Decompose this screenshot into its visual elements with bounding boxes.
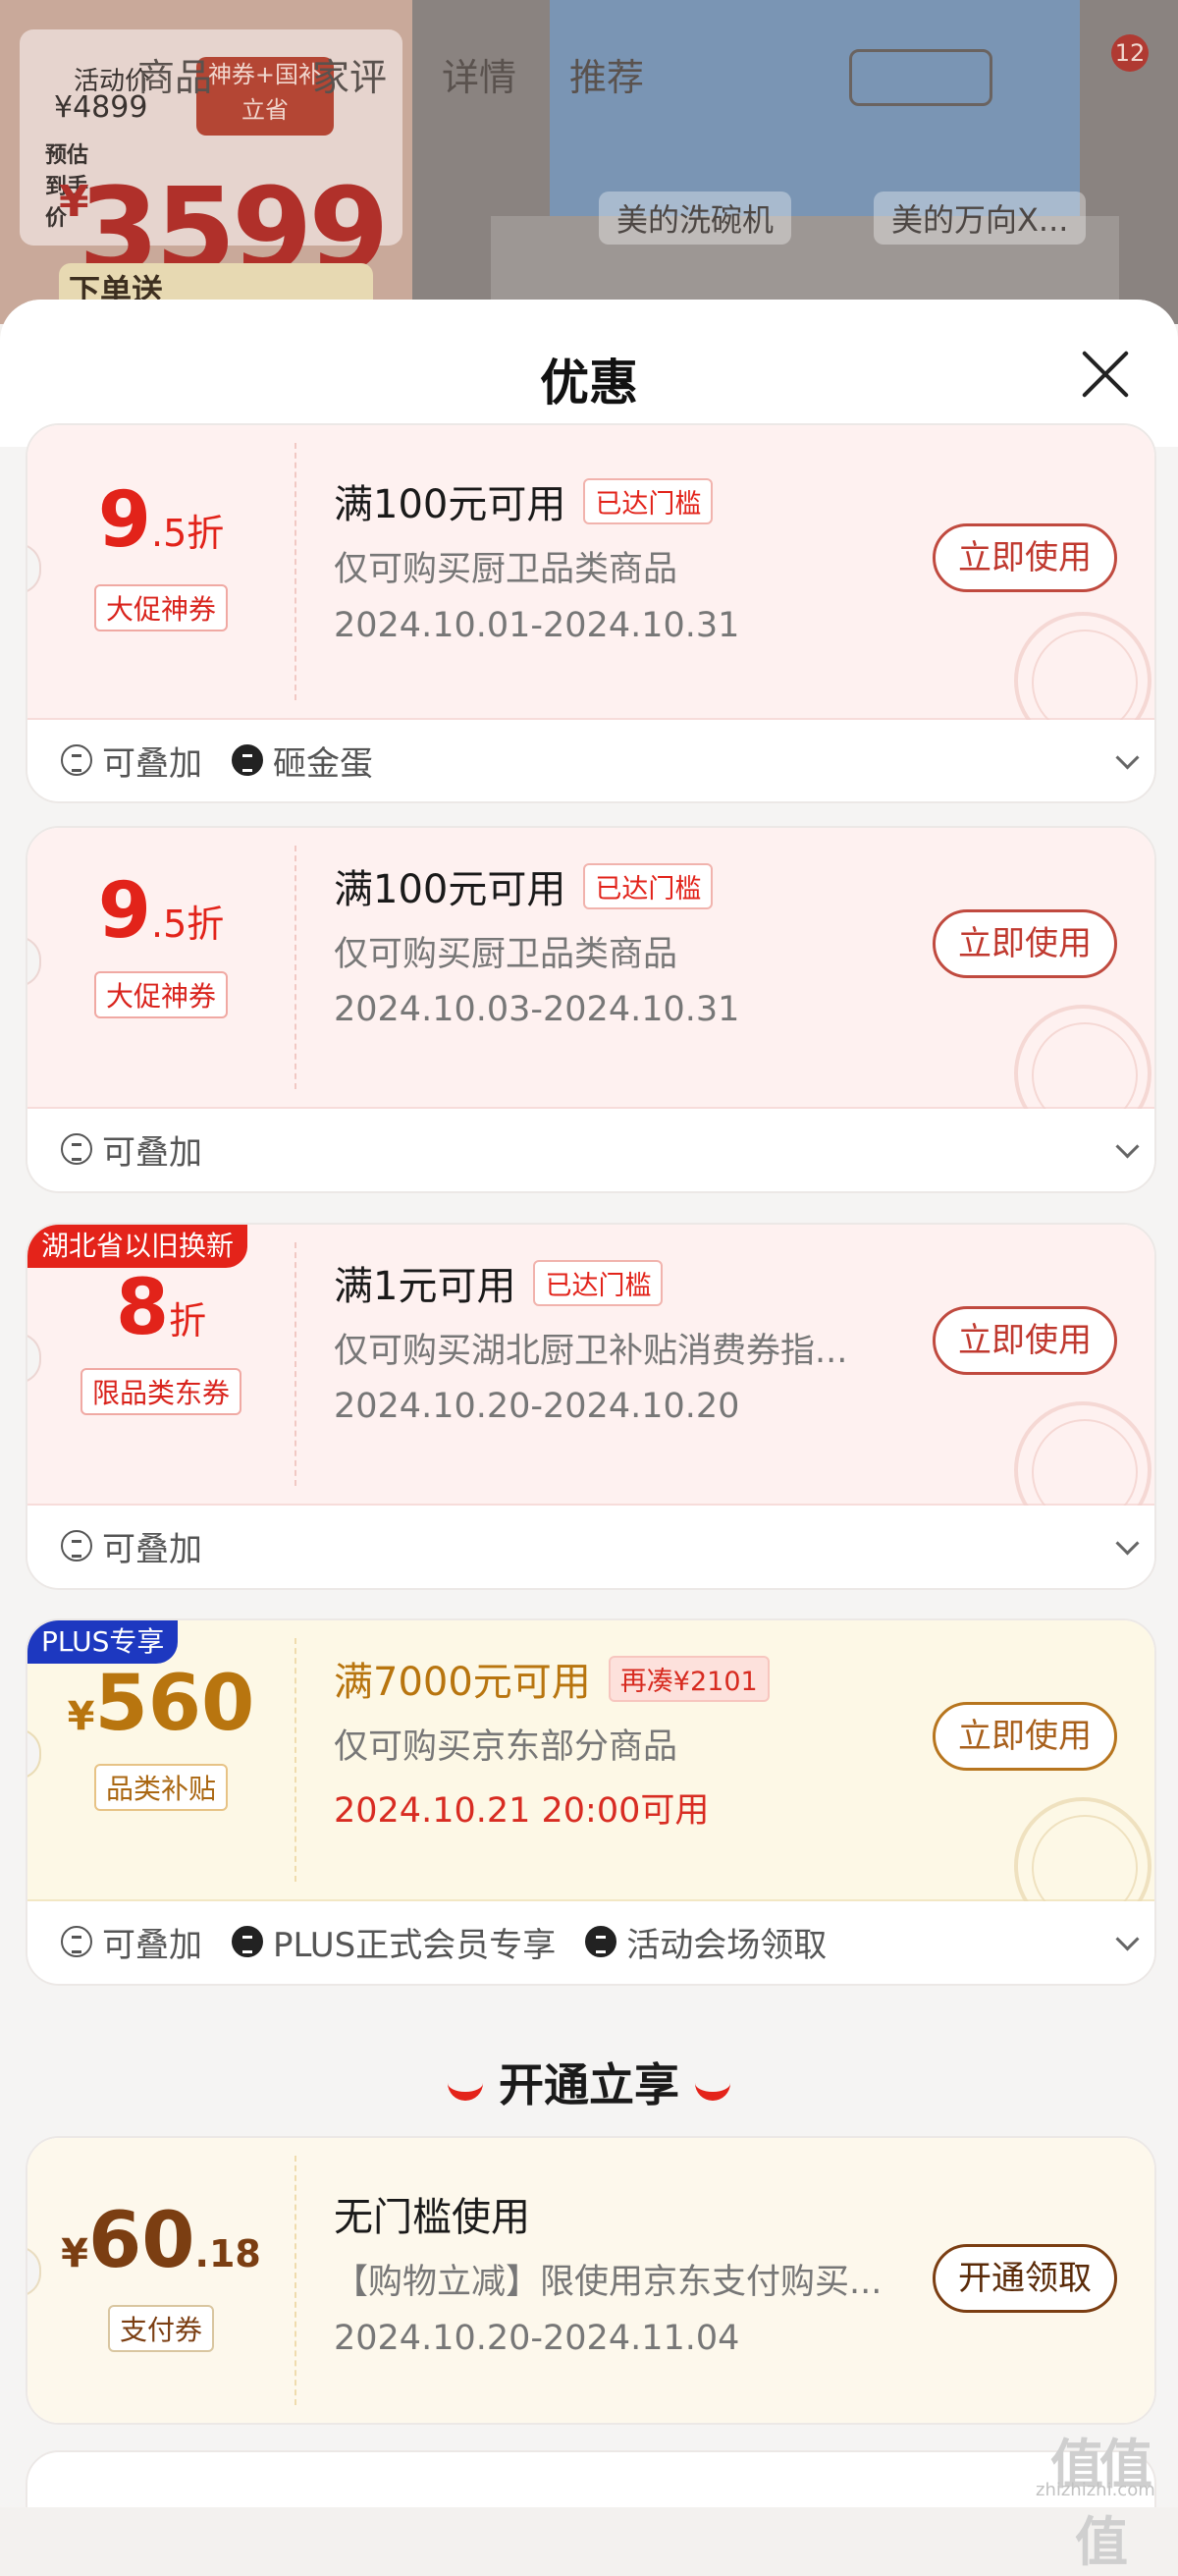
bg-tab-product: 商品: [137, 56, 213, 99]
crown-icon: [232, 1926, 263, 1957]
coupon-value: 9.5折: [97, 476, 225, 565]
stackable-tag: 可叠加: [61, 1522, 202, 1570]
background-product-page: 活动价 ¥4899 神券+国补 立省 预估 到手价 3599 ¥ 商品 家评 详…: [0, 0, 1178, 324]
coupon-card: PLUS专享 ¥560 品类补贴 满7000元可用 再凑¥2101 仅可购买京东…: [26, 1618, 1156, 1986]
coupon-value: 9.5折: [97, 867, 225, 956]
final-price-currency: ¥: [59, 177, 89, 227]
golden-egg-icon: [232, 744, 263, 776]
watermark-url: zhizhizhi.com: [1036, 2480, 1155, 2500]
coupon-date: 2024.10.20-2024.10.20: [334, 1387, 740, 1426]
region-ribbon: 湖北省以旧换新: [27, 1225, 248, 1268]
bg-tab-recommend: 推荐: [569, 56, 645, 99]
chevron-down-icon[interactable]: [1115, 1134, 1140, 1159]
coupon-date: 2024.10.01-2024.10.31: [334, 606, 740, 645]
bg-tab-home-review: 家评: [312, 56, 388, 99]
coupon-value: ¥60.18: [61, 2197, 261, 2285]
coupon-type: 限品类东券: [27, 1368, 294, 1415]
coupon-description: 仅可购买厨卫品类商品: [334, 550, 678, 589]
stackable-icon: [61, 1530, 92, 1562]
cart-badge: 12: [1111, 34, 1149, 72]
coupon-description: 【购物立减】限使用京东支付购买...: [334, 2263, 883, 2302]
chevron-down-icon[interactable]: [1115, 1531, 1140, 1556]
threshold-badge: 已达门槛: [533, 1259, 664, 1306]
coupon-condition: 满100元可用 已达门槛: [334, 857, 714, 914]
coupon-value: 8折: [115, 1264, 207, 1352]
bg-chip-2: 美的万向X...: [874, 192, 1087, 245]
coupon-condition: 无门槛使用: [334, 2195, 530, 2240]
coupon-condition: 满100元可用 已达门槛: [334, 472, 714, 529]
activity-price: ¥4899: [54, 90, 148, 125]
bg-tab-details: 详情: [442, 56, 517, 99]
coupon-date: 2024.10.03-2024.10.31: [334, 990, 740, 1029]
open-claim-button[interactable]: 开通领取: [933, 2244, 1117, 2313]
stackable-tag: 可叠加: [61, 1125, 202, 1174]
use-now-button[interactable]: 立即使用: [933, 909, 1117, 978]
smile-icon: [448, 2076, 483, 2101]
coupon-card-partial: [26, 2450, 1156, 2507]
sheet-title: 优惠: [540, 355, 638, 411]
stackable-icon: [61, 1133, 92, 1165]
coupon-type: 大促神券: [27, 584, 294, 631]
coupon-card: 9.5折 大促神券 满100元可用 已达门槛 仅可购买厨卫品类商品 2024.1…: [26, 826, 1156, 1193]
golden-egg-tag: 砸金蛋: [232, 737, 373, 785]
threshold-badge: 已达门槛: [583, 477, 714, 524]
chevron-down-icon[interactable]: [1115, 1927, 1140, 1951]
share-icon: [849, 49, 992, 106]
coupon-description: 仅可购买湖北厨卫补贴消费券指...: [334, 1332, 848, 1371]
coupon-card: 湖北省以旧换新 8折 限品类东券 满1元可用 已达门槛 仅可购买湖北厨卫补贴消费…: [26, 1223, 1156, 1590]
close-icon[interactable]: [1080, 349, 1131, 400]
coupon-type: 品类补贴: [27, 1764, 294, 1811]
coupon-value: ¥560: [67, 1660, 255, 1748]
bg-chip-1: 美的洗碗机: [599, 192, 792, 245]
plus-ribbon: PLUS专享: [27, 1620, 179, 1664]
chevron-down-icon[interactable]: [1115, 745, 1140, 770]
coupon-description: 仅可购买厨卫品类商品: [334, 935, 678, 974]
coupon-date: 2024.10.20-2024.11.04: [334, 2319, 740, 2358]
payment-coupon-card: ¥60.18 支付券 无门槛使用 【购物立减】限使用京东支付购买... 2024…: [26, 2136, 1156, 2425]
coupon-card: 9.5折 大促神券 满100元可用 已达门槛 仅可购买厨卫品类商品 2024.1…: [26, 423, 1156, 803]
coupon-type: 支付券: [27, 2305, 294, 2352]
coupon-condition: 满1元可用 已达门槛: [334, 1254, 664, 1311]
use-now-button[interactable]: 立即使用: [933, 1702, 1117, 1771]
use-now-button[interactable]: 立即使用: [933, 1306, 1117, 1375]
use-now-button[interactable]: 立即使用: [933, 523, 1117, 592]
section-title: 开通立享: [0, 2050, 1178, 2114]
coupon-description: 仅可购买京东部分商品: [334, 1727, 678, 1767]
coupon-date: 2024.10.21 20:00可用: [334, 1791, 710, 1831]
coupon-sheet: 优惠 9.5折 大促神券 满100元可用 已达门槛 仅可购买厨卫品类商品 202…: [0, 300, 1178, 2507]
stackable-icon: [61, 1926, 92, 1957]
threshold-badge: 已达门槛: [583, 862, 714, 909]
smile-icon: [695, 2076, 730, 2101]
gap-badge: 再凑¥2101: [608, 1655, 770, 1702]
stackable-tag: 可叠加: [61, 1918, 202, 1966]
ticket-icon: [585, 1926, 617, 1957]
coupon-type: 大促神券: [27, 971, 294, 1018]
stackable-icon: [61, 744, 92, 776]
venue-claim-tag: 活动会场领取: [585, 1918, 827, 1966]
stackable-tag: 可叠加: [61, 737, 202, 785]
coupon-condition: 满7000元可用 再凑¥2101: [334, 1650, 770, 1707]
plus-member-tag: PLUS正式会员专享: [232, 1918, 556, 1966]
